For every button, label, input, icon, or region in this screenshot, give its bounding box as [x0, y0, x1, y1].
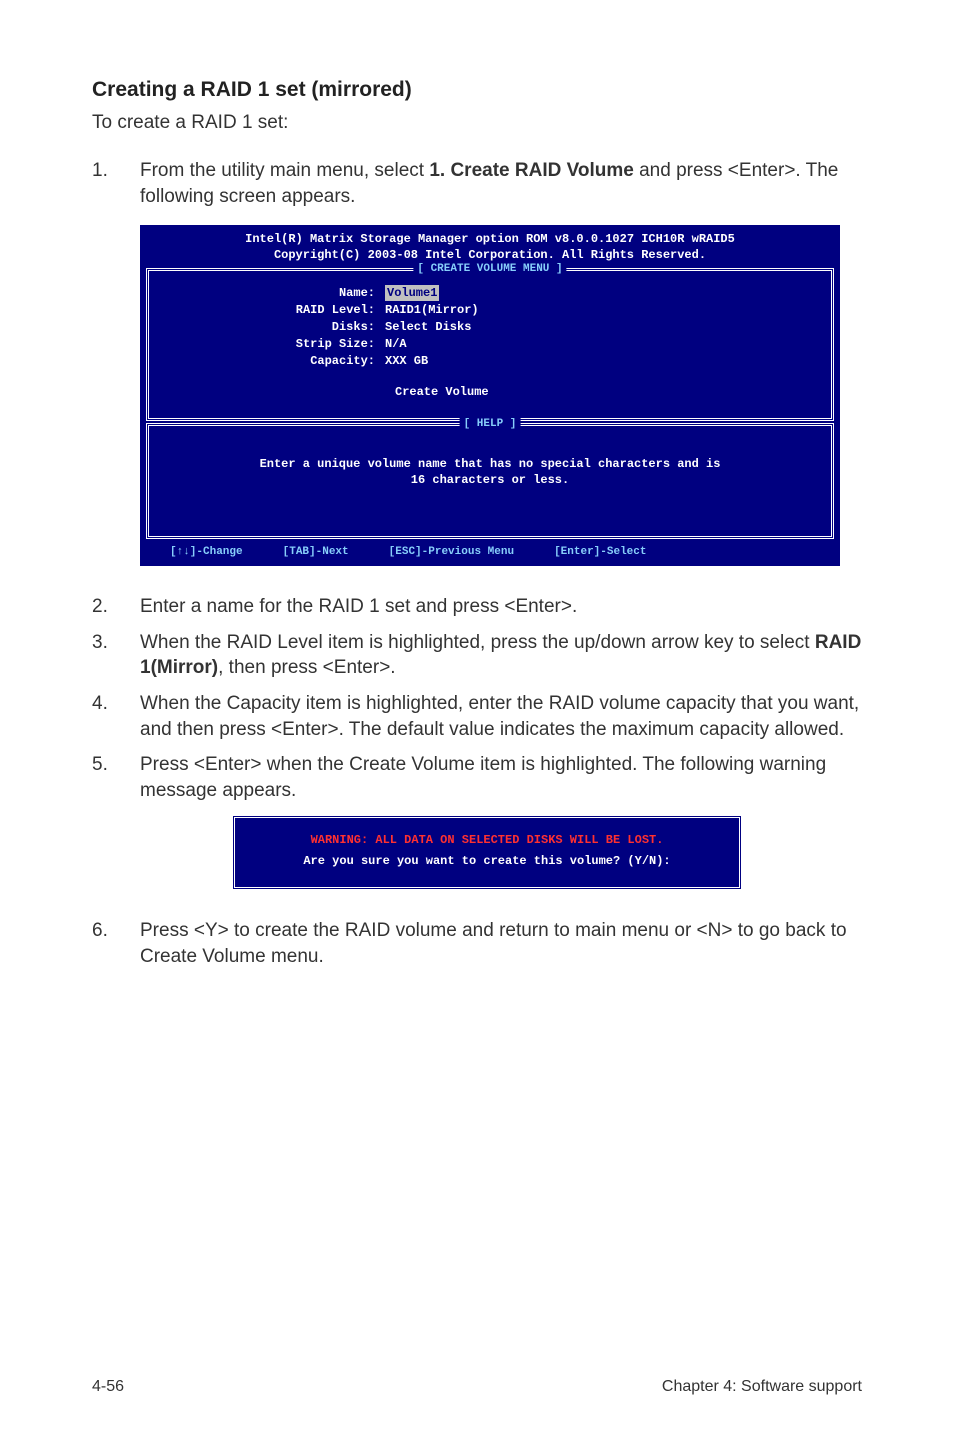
bios-screenshot: Intel(R) Matrix Storage Manager option R…: [140, 225, 840, 566]
step-text: , then press <Enter>.: [218, 657, 395, 678]
step-text: When the RAID Level item is highlighted,…: [140, 632, 815, 653]
field-value-capacity[interactable]: XXX GB: [385, 353, 428, 369]
step-number: 1.: [92, 158, 140, 209]
step-text: When the Capacity item is highlighted, e…: [140, 691, 862, 742]
create-volume-box: [ CREATE VOLUME MENU ] Name: Volume1 RAI…: [146, 268, 834, 421]
box-label: [ CREATE VOLUME MENU ]: [413, 262, 566, 277]
help-text-line: 16 characters or less.: [159, 472, 821, 488]
step-number: 6.: [92, 918, 140, 969]
warning-text: WARNING: ALL DATA ON SELECTED DISKS WILL…: [241, 830, 733, 850]
step-text: Enter a name for the RAID 1 set and pres…: [140, 594, 862, 620]
step-number: 2.: [92, 594, 140, 620]
confirm-prompt[interactable]: Are you sure you want to create this vol…: [241, 851, 733, 871]
page-footer: 4-56 Chapter 4: Software support: [92, 1378, 862, 1396]
step-number: 4.: [92, 691, 140, 742]
help-text-line: Enter a unique volume name that has no s…: [159, 456, 821, 472]
field-label-raid: RAID Level:: [159, 302, 385, 318]
step-6: 6. Press <Y> to create the RAID volume a…: [92, 918, 862, 969]
help-box: [ HELP ] Enter a unique volume name that…: [146, 423, 834, 539]
create-volume-action[interactable]: Create Volume: [159, 384, 821, 400]
bios-footer: [↑↓]-Change [TAB]-Next [ESC]-Previous Me…: [140, 541, 840, 566]
step-text: Press <Y> to create the RAID volume and …: [140, 918, 862, 969]
step-2: 2. Enter a name for the RAID 1 set and p…: [92, 594, 862, 620]
step-3: 3. When the RAID Level item is highlight…: [92, 630, 862, 681]
field-value-name[interactable]: Volume1: [385, 285, 439, 301]
section-heading: Creating a RAID 1 set (mirrored): [92, 78, 862, 102]
bios-title-line: Intel(R) Matrix Storage Manager option R…: [144, 231, 836, 247]
intro-text: To create a RAID 1 set:: [92, 112, 862, 134]
field-label-capacity: Capacity:: [159, 353, 385, 369]
field-label-name: Name:: [159, 285, 385, 301]
step-4: 4. When the Capacity item is highlighted…: [92, 691, 862, 742]
key-hint-prev: [ESC]-Previous Menu: [389, 545, 514, 560]
field-label-disks: Disks:: [159, 319, 385, 335]
key-hint-change: [↑↓]-Change: [170, 545, 243, 560]
page-number: 4-56: [92, 1378, 124, 1396]
field-value-raid[interactable]: RAID1(Mirror): [385, 302, 479, 318]
step-number: 5.: [92, 752, 140, 803]
step-bold: 1. Create RAID Volume: [429, 160, 633, 181]
field-value-disks[interactable]: Select Disks: [385, 319, 471, 335]
step-number: 3.: [92, 630, 140, 681]
step-5: 5. Press <Enter> when the Create Volume …: [92, 752, 862, 803]
step-text: Press <Enter> when the Create Volume ite…: [140, 752, 862, 803]
field-value-strip: N/A: [385, 336, 407, 352]
chapter-label: Chapter 4: Software support: [662, 1378, 862, 1396]
field-label-strip: Strip Size:: [159, 336, 385, 352]
warning-screenshot: WARNING: ALL DATA ON SELECTED DISKS WILL…: [232, 815, 742, 890]
box-label: [ HELP ]: [460, 417, 521, 432]
key-hint-next: [TAB]-Next: [283, 545, 349, 560]
key-hint-select: [Enter]-Select: [554, 545, 646, 560]
step-text: From the utility main menu, select: [140, 160, 429, 181]
step-1: 1. From the utility main menu, select 1.…: [92, 158, 862, 209]
